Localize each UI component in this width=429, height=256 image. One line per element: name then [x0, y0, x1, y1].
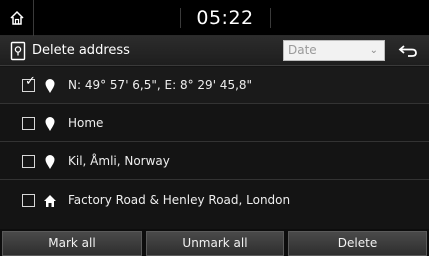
status-divider	[180, 8, 181, 28]
status-bar: 05:22	[0, 0, 429, 36]
clock: 05:22	[196, 7, 254, 29]
list-item[interactable]: ✓ N: 49° 57' 6,5", E: 8° 29' 45,8"	[0, 67, 429, 104]
back-button[interactable]	[395, 40, 421, 61]
title-bar: Delete address Date ⌄	[0, 36, 429, 66]
list-item-label: Factory Road & Henley Road, London	[68, 193, 291, 207]
address-list: ✓ N: 49° 57' 6,5", E: 8° 29' 45,8" Home …	[0, 67, 429, 227]
list-item-label: N: 49° 57' 6,5", E: 8° 29' 45,8"	[68, 78, 253, 92]
house-icon	[44, 195, 56, 207]
checkbox-checked[interactable]: ✓	[22, 75, 36, 92]
checkbox[interactable]	[22, 117, 35, 130]
list-item-label: Home	[68, 116, 104, 130]
list-item-label: Kil, Åmli, Norway	[68, 154, 170, 168]
back-arrow-icon	[398, 44, 417, 57]
list-item[interactable]: Kil, Åmli, Norway	[0, 143, 429, 180]
page-title: Delete address	[32, 43, 130, 58]
list-item[interactable]: Home	[0, 105, 429, 142]
delete-address-screen: 05:22 Delete address Date ⌄ ✓ N: 49° 57'…	[0, 0, 429, 256]
map-pin-icon	[45, 79, 55, 93]
mark-all-button[interactable]: Mark all	[2, 231, 142, 256]
map-pin-icon	[45, 155, 55, 169]
home-icon	[9, 10, 24, 25]
sort-dropdown[interactable]: Date ⌄	[283, 40, 385, 61]
sort-selected-value: Date	[288, 43, 317, 57]
list-item[interactable]: Factory Road & Henley Road, London	[0, 182, 429, 219]
checkbox[interactable]	[22, 155, 35, 168]
unmark-all-button[interactable]: Unmark all	[146, 231, 284, 256]
chevron-down-icon: ⌄	[369, 45, 378, 56]
checkmark-icon: ✓	[25, 74, 36, 89]
map-pin-icon	[45, 117, 55, 131]
address-book-icon	[10, 41, 26, 61]
delete-button[interactable]: Delete	[288, 231, 427, 256]
home-button[interactable]	[0, 0, 34, 36]
checkbox[interactable]	[22, 194, 35, 207]
status-divider	[270, 8, 271, 28]
action-bar: Mark all Unmark all Delete	[0, 229, 429, 256]
